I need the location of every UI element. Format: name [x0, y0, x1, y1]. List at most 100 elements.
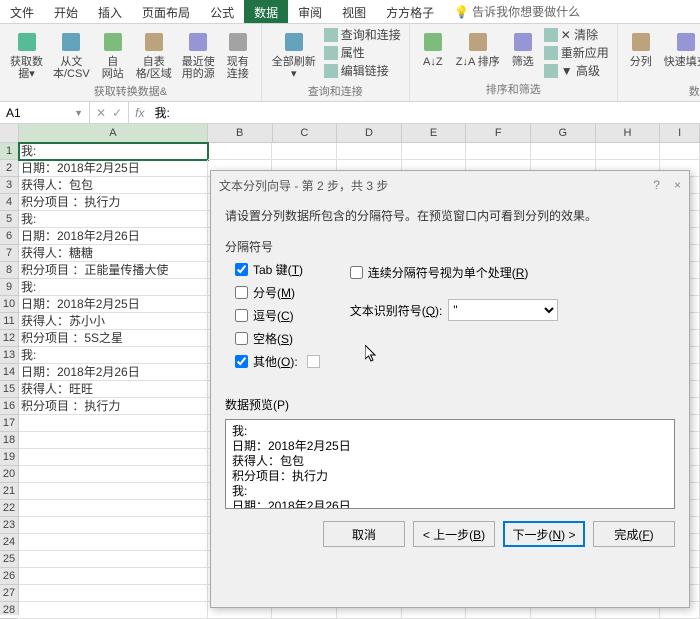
tab-5[interactable]: 数据: [244, 0, 288, 23]
row-header-17[interactable]: 17: [0, 415, 18, 432]
back-button[interactable]: < 上一步(B): [413, 521, 495, 547]
cell[interactable]: [531, 143, 596, 160]
ribbon-btn-2-1[interactable]: Z↓A 排序: [452, 26, 504, 71]
data-preview[interactable]: 我:日期：2018年2月25日获得人：包包积分项目：执行力我:日期：2018年2…: [225, 419, 675, 509]
cell[interactable]: [208, 143, 273, 160]
tab-3[interactable]: 页面布局: [132, 0, 200, 23]
cell[interactable]: [19, 551, 208, 568]
close-icon[interactable]: ×: [674, 178, 681, 192]
ribbon-small-1-2[interactable]: 编辑链接: [322, 62, 403, 79]
row-header-19[interactable]: 19: [0, 449, 18, 466]
cell[interactable]: 日期：2018年2月26日: [19, 364, 208, 381]
ribbon-btn-2-2[interactable]: 筛选: [506, 26, 540, 71]
row-header-28[interactable]: 28: [0, 602, 18, 619]
text-qualifier-select[interactable]: ": [448, 299, 558, 321]
row-header-13[interactable]: 13: [0, 347, 18, 364]
tab-7[interactable]: 视图: [332, 0, 376, 23]
row-header-10[interactable]: 10: [0, 296, 18, 313]
cell[interactable]: 获得人：包包: [19, 177, 208, 194]
cell[interactable]: [272, 143, 337, 160]
cell[interactable]: [19, 517, 208, 534]
cell[interactable]: 日期：2018年2月26日: [19, 228, 208, 245]
ribbon-btn-1-0[interactable]: 全部刷新 ▾: [268, 26, 320, 83]
cell[interactable]: [19, 483, 208, 500]
row-header-18[interactable]: 18: [0, 432, 18, 449]
tab-4[interactable]: 公式: [200, 0, 244, 23]
row-header-20[interactable]: 20: [0, 466, 18, 483]
cell[interactable]: 积分项目 ：5S之星: [19, 330, 208, 347]
delimiter-check-input-4[interactable]: [235, 355, 248, 368]
cell[interactable]: 我:: [19, 347, 208, 364]
delimiter-check-4[interactable]: 其他(O):: [235, 353, 320, 370]
ribbon-btn-0-4[interactable]: 最近使 用的源: [178, 26, 219, 83]
cell[interactable]: [19, 534, 208, 551]
ribbon-small-2-2[interactable]: ▼ 高级: [542, 62, 611, 79]
tab-2[interactable]: 插入: [88, 0, 132, 23]
cell[interactable]: [19, 415, 208, 432]
tell-me[interactable]: 💡告诉我你想要做什么: [444, 0, 590, 23]
cell[interactable]: 日期：2018年2月25日: [19, 160, 208, 177]
row-header-15[interactable]: 15: [0, 381, 18, 398]
ribbon-btn-0-2[interactable]: 自 网站: [96, 26, 130, 83]
confirm-icon[interactable]: ✓: [112, 106, 122, 120]
cell[interactable]: [19, 449, 208, 466]
row-header-25[interactable]: 25: [0, 551, 18, 568]
ribbon-btn-0-1[interactable]: 从文 本/CSV: [49, 26, 94, 83]
col-header-G[interactable]: G: [531, 124, 596, 142]
cancel-button[interactable]: 取消: [323, 521, 405, 547]
row-header-6[interactable]: 6: [0, 228, 18, 245]
row-header-22[interactable]: 22: [0, 500, 18, 517]
ribbon-btn-3-0[interactable]: 分列: [624, 26, 658, 71]
finish-button[interactable]: 完成(F): [593, 521, 675, 547]
row-header-16[interactable]: 16: [0, 398, 18, 415]
row-header-2[interactable]: 2: [0, 160, 18, 177]
ribbon-btn-0-5[interactable]: 现有 连接: [221, 26, 255, 83]
delimiter-check-1[interactable]: 分号(M): [235, 284, 320, 301]
help-icon[interactable]: ?: [653, 178, 660, 192]
ribbon-btn-0-0[interactable]: 获取数 据▾: [6, 26, 47, 83]
row-header-21[interactable]: 21: [0, 483, 18, 500]
row-header-5[interactable]: 5: [0, 211, 18, 228]
col-header-B[interactable]: B: [208, 124, 273, 142]
ribbon-small-1-0[interactable]: 查询和连接: [322, 26, 403, 43]
row-header-24[interactable]: 24: [0, 534, 18, 551]
cell[interactable]: [596, 143, 661, 160]
ribbon-small-1-1[interactable]: 属性: [322, 44, 403, 61]
ribbon-btn-0-3[interactable]: 自表 格/区域: [132, 26, 176, 83]
cell[interactable]: 日期：2018年2月25日: [19, 296, 208, 313]
col-header-H[interactable]: H: [596, 124, 661, 142]
row-header-8[interactable]: 8: [0, 262, 18, 279]
row-header-11[interactable]: 11: [0, 313, 18, 330]
cell[interactable]: [19, 602, 208, 619]
cell[interactable]: 积分项目 ：执行力: [19, 194, 208, 211]
row-header-4[interactable]: 4: [0, 194, 18, 211]
delimiter-check-input-1[interactable]: [235, 286, 248, 299]
row-header-14[interactable]: 14: [0, 364, 18, 381]
col-header-E[interactable]: E: [402, 124, 467, 142]
cell[interactable]: 获得人：旺旺: [19, 381, 208, 398]
ribbon-small-2-1[interactable]: 重新应用: [542, 44, 611, 61]
tab-1[interactable]: 开始: [44, 0, 88, 23]
ribbon-btn-2-0[interactable]: A↓Z: [416, 26, 450, 71]
tab-6[interactable]: 审阅: [288, 0, 332, 23]
cell[interactable]: [19, 500, 208, 517]
delimiter-check-input-3[interactable]: [235, 332, 248, 345]
cell[interactable]: [402, 143, 467, 160]
cell[interactable]: 获得人：苏小小: [19, 313, 208, 330]
other-delimiter-input[interactable]: [307, 355, 320, 368]
delimiter-check-input-0[interactable]: [235, 263, 248, 276]
row-header-7[interactable]: 7: [0, 245, 18, 262]
cell[interactable]: 我:: [19, 279, 208, 296]
fx-icon[interactable]: fx: [135, 106, 144, 120]
cell[interactable]: [660, 143, 700, 160]
treat-consecutive-checkbox[interactable]: 连续分隔符号视为单个处理(R): [350, 264, 559, 281]
delimiter-check-input-2[interactable]: [235, 309, 248, 322]
tab-8[interactable]: 方方格子: [376, 0, 444, 23]
ribbon-btn-3-1[interactable]: 快速填充: [660, 26, 700, 71]
delimiter-check-3[interactable]: 空格(S): [235, 330, 320, 347]
delimiter-check-2[interactable]: 逗号(C): [235, 307, 320, 324]
cancel-icon[interactable]: ✕: [96, 106, 106, 120]
row-header-12[interactable]: 12: [0, 330, 18, 347]
row-header-26[interactable]: 26: [0, 568, 18, 585]
cell[interactable]: [19, 568, 208, 585]
